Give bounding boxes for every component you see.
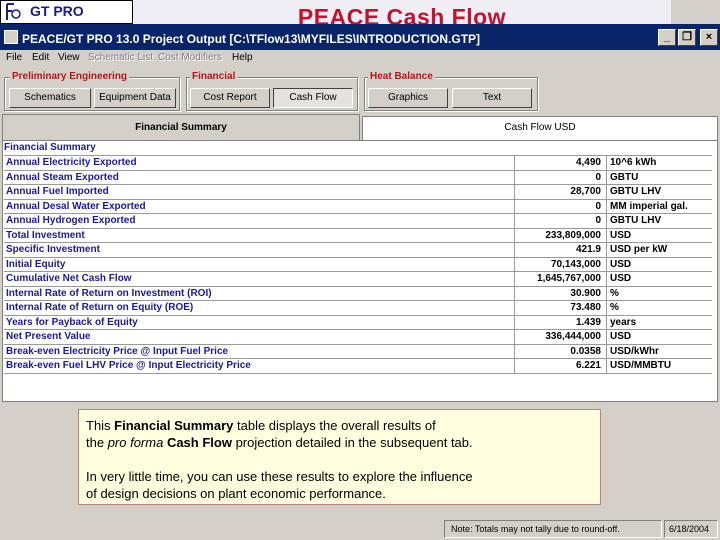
status-date: 6/18/2004: [664, 520, 718, 538]
equipment-data-button[interactable]: Equipment Data: [94, 88, 176, 108]
row-unit: USD: [610, 258, 632, 270]
minimize-button[interactable]: _: [658, 29, 676, 46]
cash-flow-button[interactable]: Cash Flow: [273, 88, 353, 108]
row-label: Internal Rate of Return on Investment (R…: [6, 287, 212, 299]
row-label: Annual Steam Exported: [6, 171, 119, 183]
status-note: Note: Totals may not tally due to round-…: [444, 520, 662, 538]
row-unit: GBTU: [610, 171, 639, 183]
row-unit: USD per kW: [610, 244, 668, 255]
row-unit: %: [610, 287, 619, 299]
row-unit: GBTU LHV: [610, 215, 662, 226]
cost-report-button[interactable]: Cost Report: [190, 88, 270, 108]
note-line-1: This Financial Summary table displays th…: [86, 418, 436, 433]
financial-label: Financial: [190, 71, 238, 82]
table-header: Financial Summary: [4, 142, 96, 153]
row-unit: USD/kWhr: [610, 345, 659, 357]
menu-cost-modifiers[interactable]: Cost Modifiers: [158, 52, 222, 63]
row-value: 73.480: [570, 302, 601, 313]
row-unit: years: [610, 316, 637, 328]
row-value: 421.9: [575, 244, 601, 255]
peace-logo-icon: [6, 3, 21, 20]
row-value: 0.0358: [570, 345, 601, 357]
row-value: 1.439: [575, 316, 601, 328]
row-label: Net Present Value: [6, 331, 91, 342]
menu-schematic-list[interactable]: Schematic List: [88, 52, 153, 63]
graphics-button[interactable]: Graphics: [368, 88, 448, 108]
schematics-button[interactable]: Schematics: [9, 88, 91, 108]
row-value: 233,809,000: [545, 229, 601, 241]
tab-financial-summary[interactable]: Financial Summary: [2, 114, 360, 142]
column-divider: [514, 156, 515, 374]
note-line-4: of design decisions on plant economic pe…: [86, 486, 386, 501]
row-label: Internal Rate of Return on Equity (ROE): [6, 302, 194, 313]
row-value: 0: [595, 171, 601, 183]
row-label: Break-even Electricity Price @ Input Fue…: [6, 345, 229, 357]
restore-button[interactable]: ❐: [678, 29, 696, 46]
row-label: Annual Fuel Imported: [6, 186, 109, 197]
close-button[interactable]: ×: [700, 29, 718, 46]
app-icon[interactable]: [4, 30, 18, 44]
menu-view[interactable]: View: [58, 52, 80, 63]
row-label: Specific Investment: [6, 244, 100, 255]
menu-edit[interactable]: Edit: [32, 52, 49, 63]
row-unit: MM imperial gal.: [610, 200, 688, 212]
row-value: 6.221: [575, 360, 601, 371]
row-label: Annual Electricity Exported: [6, 157, 137, 168]
row-value: 0: [595, 215, 601, 226]
row-unit: 10^6 kWh: [610, 157, 657, 168]
row-divider: [4, 372, 712, 374]
row-value: 70,143,000: [550, 258, 601, 270]
window-title: PEACE/GT PRO 13.0 Project Output [C:\TFl…: [22, 32, 481, 46]
row-label: Annual Desal Water Exported: [6, 200, 146, 212]
preliminary-engineering-label: Preliminary Engineering: [10, 71, 130, 82]
row-label: Annual Hydrogen Exported: [6, 215, 136, 226]
row-value: 30.900: [570, 287, 601, 299]
row-value: 0: [595, 200, 601, 212]
row-unit: USD/MMBTU: [610, 360, 672, 371]
row-unit: USD: [610, 229, 632, 241]
row-value: 28,700: [570, 186, 601, 197]
row-value: 4,490: [575, 157, 601, 168]
menu-help[interactable]: Help: [232, 52, 253, 63]
row-label: Initial Equity: [6, 258, 66, 270]
row-unit: %: [610, 302, 619, 313]
logo-text: GT PRO: [30, 3, 84, 19]
row-value: 336,444,000: [545, 331, 601, 342]
note-line-3: In very little time, you can use these r…: [86, 469, 473, 484]
text-button[interactable]: Text: [452, 88, 532, 108]
row-unit: GBTU LHV: [610, 186, 662, 197]
menu-file[interactable]: File: [6, 52, 22, 63]
column-divider: [606, 156, 607, 374]
row-label: Break-even Fuel LHV Price @ Input Electr…: [6, 360, 251, 371]
tab-cash-flow-usd[interactable]: Cash Flow USD: [362, 116, 718, 140]
heat-balance-label: Heat Balance: [368, 71, 435, 82]
row-unit: USD: [610, 273, 632, 284]
note-line-2: the pro forma Cash Flow projection detai…: [86, 435, 473, 450]
row-label: Years for Payback of Equity: [6, 316, 138, 328]
row-unit: USD: [610, 331, 632, 342]
row-value: 1,645,767,000: [537, 273, 601, 284]
row-label: Total Investment: [6, 229, 85, 241]
row-label: Cumulative Net Cash Flow: [6, 273, 132, 284]
